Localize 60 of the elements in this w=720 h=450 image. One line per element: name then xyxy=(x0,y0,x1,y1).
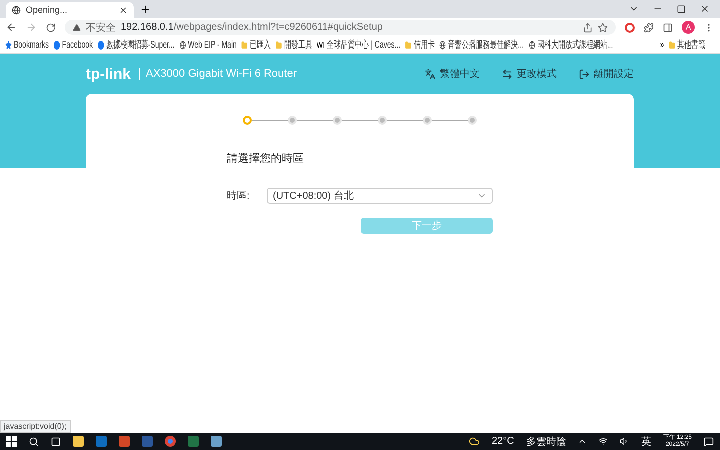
back-icon[interactable] xyxy=(6,22,17,33)
browser-tab[interactable]: Opening... xyxy=(6,2,134,18)
header-link[interactable]: 離開設定 xyxy=(579,67,634,81)
status-url: javascript:void(0); xyxy=(0,420,71,433)
tab-title: Opening... xyxy=(26,5,68,15)
product-name: AX3000 Gigabit Wi-Fi 6 Router xyxy=(139,68,298,80)
language-icon xyxy=(425,68,436,80)
temperature: 22°C xyxy=(492,436,514,447)
bookmark-link[interactable]: 開發工具 xyxy=(276,38,312,52)
brand-logo: tp-link xyxy=(86,66,131,82)
volume-icon[interactable] xyxy=(620,437,630,446)
security-label: 不安全 xyxy=(86,22,116,34)
weather-text: 多雲時陰 xyxy=(526,436,566,448)
task-view-icon[interactable] xyxy=(51,436,61,446)
profile-avatar[interactable]: A xyxy=(682,21,695,34)
header-link[interactable]: 繁體中文 xyxy=(425,67,480,81)
globe-icon xyxy=(12,6,21,14)
bookmark-star-icon[interactable] xyxy=(598,22,608,32)
bookmark-link[interactable]: 已匯入 xyxy=(242,38,272,52)
bookmark-link[interactable]: 數據校園招募-Super... xyxy=(98,38,175,52)
header-link[interactable]: 更改模式 xyxy=(502,67,557,81)
side-panel-icon[interactable] xyxy=(663,22,673,32)
bookmark-link[interactable]: Web EIP - Main xyxy=(180,40,237,50)
switch-icon xyxy=(502,68,513,80)
bookmark-link[interactable]: 其他書籤 xyxy=(669,38,706,52)
bookmark-link[interactable]: 國科大開放式課程網站... xyxy=(528,38,614,52)
exit-icon xyxy=(579,68,590,80)
extensions-icon[interactable] xyxy=(644,22,654,32)
warning-icon xyxy=(73,24,81,32)
folder-icon xyxy=(276,40,282,50)
folder-icon xyxy=(242,40,248,50)
maximize-icon[interactable] xyxy=(677,4,686,14)
reload-icon[interactable] xyxy=(46,22,56,32)
star-icon xyxy=(6,40,12,50)
bookmark-link[interactable]: Bookmarks xyxy=(6,40,49,50)
notifications-icon[interactable] xyxy=(704,436,714,446)
bookmark-link[interactable]: 全球品質中心 | Caves... xyxy=(317,38,401,52)
share-icon[interactable] xyxy=(583,22,593,32)
url-text: 192.168.0.1/webpages/index.html?t=c9260611#quickSetup xyxy=(121,22,383,33)
address-field[interactable]: 不安全 192.168.0.1/webpages/index.html?t=c9260611#quickSetup xyxy=(65,20,616,35)
timezone-select[interactable]: (UTC+08:00) 台北 xyxy=(267,188,493,204)
close-icon[interactable] xyxy=(700,4,710,14)
globe-icon xyxy=(180,40,186,50)
record-icon[interactable] xyxy=(625,22,635,32)
tray-expand-icon[interactable] xyxy=(578,437,588,446)
search-icon[interactable] xyxy=(29,436,39,446)
bookmark-link[interactable]: Facebook xyxy=(54,40,94,50)
form-title: 請選擇您的時區 xyxy=(227,152,305,166)
new-tab-icon[interactable] xyxy=(140,4,151,15)
folder-icon xyxy=(405,40,412,50)
field-label: 時區: xyxy=(227,190,251,203)
folder-icon xyxy=(669,40,676,50)
bookmark-link[interactable]: 信用卡 xyxy=(405,38,435,52)
more-bookmarks[interactable]: » xyxy=(660,40,664,50)
windows-start-icon[interactable] xyxy=(6,436,17,447)
weather-icon xyxy=(468,436,480,447)
network-icon[interactable] xyxy=(599,437,608,446)
bookmark-link[interactable]: 音響公播服務最佳解決... xyxy=(440,38,524,52)
ime-indicator[interactable]: 英 xyxy=(641,434,652,448)
close-icon[interactable] xyxy=(119,6,128,14)
